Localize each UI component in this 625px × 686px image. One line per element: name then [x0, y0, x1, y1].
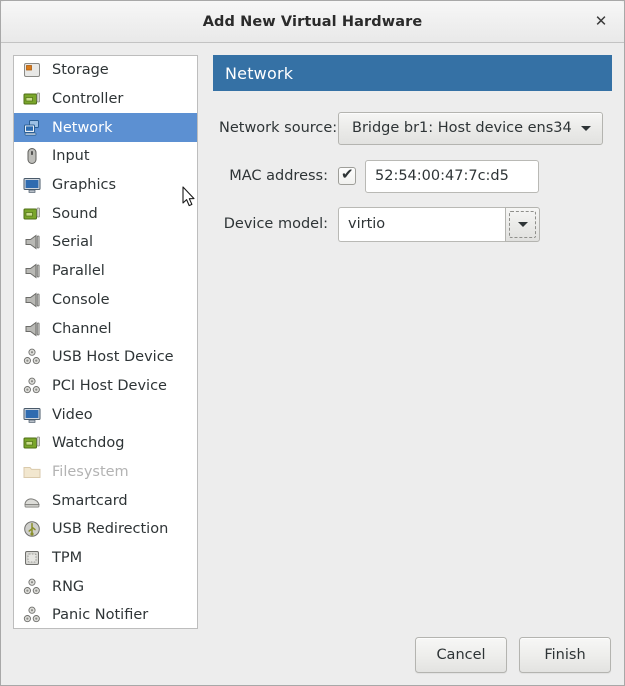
mac-address-value: 52:54:00:47:7c:d5 [375, 168, 509, 184]
folder-icon [21, 461, 43, 483]
chevron-down-icon [580, 125, 591, 131]
sidebar-item-label: RNG [52, 578, 85, 595]
sidebar-item-label: Input [52, 148, 90, 165]
device-model-label: Device model: [223, 216, 328, 232]
window-title: Add New Virtual Hardware [202, 13, 423, 30]
usb-host-gear-icon [21, 346, 43, 368]
sidebar-item-storage[interactable]: Storage [14, 56, 197, 85]
sidebar-item-video[interactable]: Video [14, 400, 197, 429]
sidebar-item-sound[interactable]: Sound [14, 199, 197, 228]
cancel-button[interactable]: Cancel [415, 637, 507, 673]
pane-header: Network [213, 55, 612, 91]
sidebar-item-label: TPM [52, 550, 83, 567]
sidebar-item-pci-host-device[interactable]: PCI Host Device [14, 372, 197, 401]
sidebar-item-label: USB Redirection [52, 521, 169, 538]
parallel-port-icon [21, 260, 43, 282]
sidebar-item-smartcard[interactable]: Smartcard [14, 486, 197, 515]
rng-gear-icon [21, 576, 43, 598]
network-icon [21, 117, 43, 139]
pci-host-gear-icon [21, 375, 43, 397]
sidebar-item-input[interactable]: Input [14, 142, 197, 171]
sidebar-item-label: Graphics [52, 177, 117, 194]
sidebar-item-label: Controller [52, 91, 124, 108]
sidebar-item-watchdog[interactable]: Watchdog [14, 429, 197, 458]
chevron-down-icon [517, 221, 528, 227]
mac-address-checkbox[interactable]: ✔ [338, 165, 356, 185]
add-hardware-dialog: Add New Virtual Hardware ✕ Storage Contro… [0, 0, 625, 686]
channel-port-icon [21, 318, 43, 340]
controller-icon [21, 88, 43, 110]
sidebar-item-panic-notifier[interactable]: Panic Notifier [14, 601, 197, 628]
network-source-row: Network source: Bridge br1: Host device … [219, 111, 612, 145]
panic-gear-icon [21, 604, 43, 626]
sound-icon [21, 203, 43, 225]
sidebar-item-label: Parallel [52, 263, 105, 280]
check-icon: ✔ [341, 165, 354, 183]
network-source-dropdown[interactable]: Bridge br1: Host device ens34 [338, 111, 603, 145]
sidebar-item-label: Console [52, 291, 110, 308]
video-icon [21, 404, 43, 426]
detail-pane: Network Network source: Bridge br1: Host… [213, 55, 612, 255]
sidebar-item-parallel[interactable]: Parallel [14, 257, 197, 286]
network-source-label: Network source: [219, 120, 338, 136]
sidebar-item-network[interactable]: Network [14, 113, 197, 143]
sidebar-item-usb-redirection[interactable]: USB Redirection [14, 515, 197, 544]
sidebar-item-usb-host-device[interactable]: USB Host Device [14, 343, 197, 372]
sidebar-item-serial[interactable]: Serial [14, 228, 197, 257]
graphics-icon [21, 174, 43, 196]
sidebar-item-label: Serial [52, 234, 94, 251]
console-port-icon [21, 289, 43, 311]
sidebar-item-label: USB Host Device [52, 349, 174, 366]
usb-redirection-icon [21, 518, 43, 540]
finish-button[interactable]: Finish [519, 637, 611, 673]
sidebar-item-label: Channel [52, 320, 112, 337]
sidebar-item-console[interactable]: Console [14, 286, 197, 315]
mac-address-label: MAC address: [229, 168, 328, 184]
dialog-body: Storage Controller Network Input Graphics Sou… [1, 43, 624, 629]
device-model-input[interactable]: virtio [338, 206, 505, 242]
mac-address-row: MAC address: ✔ 52:54:00:47:7c:d5 [219, 159, 612, 193]
sidebar-item-label: Network [52, 119, 113, 136]
sidebar-item-label: Smartcard [52, 492, 128, 509]
sidebar-item-label: Sound [52, 205, 98, 222]
sidebar-item-label: Storage [52, 62, 109, 79]
sidebar-item-label: Video [52, 406, 93, 423]
storage-icon [21, 59, 43, 81]
input-mouse-icon [21, 145, 43, 167]
close-icon[interactable]: ✕ [588, 9, 614, 35]
dialog-footer: Cancel Finish [1, 625, 624, 685]
device-model-row: Device model: virtio [219, 206, 612, 242]
network-form: Network source: Bridge br1: Host device … [213, 111, 612, 242]
mac-address-input[interactable]: 52:54:00:47:7c:d5 [365, 159, 539, 193]
network-source-value: Bridge br1: Host device ens34 [352, 120, 572, 136]
watchdog-icon [21, 432, 43, 454]
sidebar-item-rng[interactable]: RNG [14, 572, 197, 601]
hardware-category-list[interactable]: Storage Controller Network Input Graphics Sou… [13, 55, 198, 629]
device-model-value: virtio [348, 216, 386, 232]
sidebar-item-graphics[interactable]: Graphics [14, 171, 197, 200]
sidebar-item-channel[interactable]: Channel [14, 314, 197, 343]
device-model-dropdown-button[interactable] [505, 206, 540, 242]
serial-port-icon [21, 231, 43, 253]
smartcard-icon [21, 490, 43, 512]
sidebar-item-label: PCI Host Device [52, 377, 167, 394]
pane-title: Network [225, 63, 294, 83]
tpm-chip-icon [21, 547, 43, 569]
sidebar-item-label: Watchdog [52, 435, 125, 452]
sidebar-item-label: Panic Notifier [52, 607, 149, 624]
titlebar: Add New Virtual Hardware ✕ [1, 1, 624, 43]
sidebar-item-filesystem: Filesystem [14, 458, 197, 487]
sidebar-item-tpm[interactable]: TPM [14, 544, 197, 573]
sidebar-item-label: Filesystem [52, 463, 129, 480]
sidebar-item-controller[interactable]: Controller [14, 85, 197, 114]
device-model-combo: virtio [338, 206, 540, 242]
